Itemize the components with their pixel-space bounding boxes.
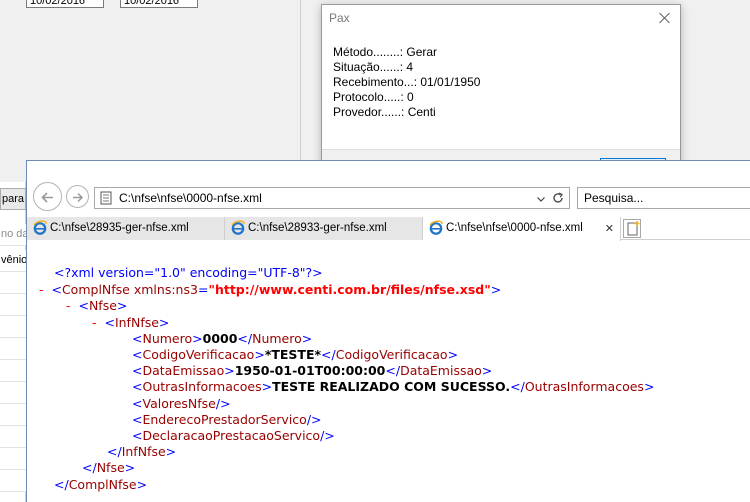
date-to-field[interactable]: 10/02/2016	[120, 0, 198, 8]
xml-value: *TESTE*	[264, 347, 322, 362]
tab-label: C:\nfse\nfse\0000-nfse.xml	[446, 222, 583, 234]
xml-tag-name: InfNfse	[121, 444, 166, 459]
filter-panel: 10/02/2016 10/02/2016	[0, 0, 300, 160]
xml-empty-declaracao: <DeclaracaoPrestacaoServico/>	[132, 428, 335, 443]
navigation-bar: C:\nfse\nfse\0000-nfse.xml Pesquisa...	[27, 177, 750, 217]
xml-tag-name: EnderecoPrestadorServico	[142, 412, 307, 427]
strip-cell[interactable]: vênio	[0, 250, 26, 272]
forward-button[interactable]	[66, 185, 89, 208]
strip-cell[interactable]	[0, 426, 26, 448]
page-icon	[100, 191, 112, 205]
strip-cell[interactable]	[0, 272, 26, 294]
xml-tag-name: CodigoVerificacao	[335, 347, 448, 362]
close-tab-icon[interactable]: ✕	[605, 222, 614, 235]
strip-button[interactable]: para o	[0, 188, 26, 210]
close-icon[interactable]	[656, 9, 674, 27]
tab-label: C:\nfse\28935-ger-nfse.xml	[50, 222, 189, 234]
xml-tag-name: Numero	[142, 331, 193, 346]
refresh-icon[interactable]	[551, 191, 565, 205]
tab-28935[interactable]: C:\nfse\28935-ger-nfse.xml	[27, 217, 225, 240]
xml-value: 0000	[202, 331, 238, 346]
xml-declaration-text: <?xml version="1.0" encoding="UTF-8"?>	[54, 265, 323, 280]
browser-window: C:\nfse\nfse\0000-nfse.xml Pesquisa... C…	[26, 160, 750, 502]
search-input[interactable]: Pesquisa...	[584, 191, 643, 205]
xml-tag-name: DataEmissao	[400, 363, 482, 378]
xml-tag-name: InfNfse	[114, 315, 159, 330]
xml-tag-name: DeclaracaoPrestacaoServico	[142, 428, 321, 443]
address-text[interactable]: C:\nfse\nfse\0000-nfse.xml	[119, 191, 262, 205]
tab-0000-active[interactable]: C:\nfse\nfse\0000-nfse.xml ✕	[423, 217, 621, 241]
xml-tag-name: DataEmissao	[142, 363, 225, 378]
internet-explorer-icon	[33, 220, 47, 235]
xml-declaration: <?xml version="1.0" encoding="UTF-8"?>	[54, 265, 323, 281]
new-tab-icon	[627, 221, 640, 236]
xml-infnfse-close: </InfNfse>	[107, 444, 177, 459]
xml-viewer: <?xml version="1.0" encoding="UTF-8"?> -…	[27, 241, 750, 502]
xml-root-close: </ComplNfse>	[54, 477, 148, 492]
collapse-toggle[interactable]: -	[66, 298, 71, 313]
strip-cell[interactable]	[0, 316, 26, 338]
status-line: Situação......: 4	[333, 60, 414, 74]
xml-empty-endereco: <EnderecoPrestadorServico/>	[132, 412, 322, 427]
strip-cell[interactable]	[0, 448, 26, 470]
arrow-right-icon	[73, 192, 84, 203]
xml-empty-valores: <ValoresNfse/>	[132, 396, 231, 411]
tab-28933[interactable]: C:\nfse\28933-ger-nfse.xml	[225, 217, 423, 240]
xml-root-open: - <ComplNfse xmlns:ns3="http://www.centi…	[39, 282, 502, 297]
provider-line: Provedor......: Centi	[333, 105, 436, 119]
back-button[interactable]	[33, 182, 62, 211]
xml-field-codigo: <CodigoVerificacao>*TESTE*</CodigoVerifi…	[132, 347, 459, 362]
xml-field-numero: <Numero>0000</Numero>	[132, 331, 313, 346]
new-tab-button[interactable]	[623, 219, 641, 238]
date-from-field[interactable]: 10/02/2016	[26, 0, 104, 8]
xml-tag-name: Nfse	[96, 460, 125, 475]
collapse-toggle[interactable]: -	[92, 315, 97, 330]
strip-cell[interactable]	[0, 360, 26, 382]
internet-explorer-icon	[231, 220, 245, 235]
internet-explorer-icon	[429, 220, 443, 235]
received-line: Recebimento...: 01/01/1950	[333, 75, 481, 89]
xml-attr-value: "http://www.centi.com.br/files/nfse.xsd"	[208, 282, 491, 297]
xml-field-data: <DataEmissao>1950-01-01T00:00:00</DataEm…	[132, 363, 493, 378]
xml-tag-name: OutrasInformacoes	[524, 379, 644, 394]
xml-value: TESTE REALIZADO COM SUCESSO.	[272, 379, 511, 394]
search-box[interactable]: Pesquisa...	[577, 187, 750, 209]
address-bar[interactable]: C:\nfse\nfse\0000-nfse.xml	[94, 187, 570, 209]
strip-cell[interactable]	[0, 338, 26, 360]
xml-tag-name: CodigoVerificacao	[142, 347, 255, 362]
browser-frame-top	[27, 161, 750, 177]
xml-value: 1950-01-01T00:00:00	[234, 363, 386, 378]
dialog-message: Método........: Gerar Situação......: 4 …	[333, 45, 480, 120]
xml-tag-name: ValoresNfse	[142, 396, 216, 411]
strip-cell[interactable]	[0, 404, 26, 426]
protocol-line: Protocolo.....: 0	[333, 90, 414, 104]
xml-nfse-close: </Nfse>	[82, 460, 136, 475]
xml-tag-name: Numero	[252, 331, 302, 346]
xml-tag-name: Nfse	[88, 298, 117, 313]
xml-tag-name: OutrasInformacoes	[142, 379, 262, 394]
xml-infnfse-open: - <InfNfse>	[92, 315, 170, 330]
strip-cell[interactable]	[0, 294, 26, 316]
tab-label: C:\nfse\28933-ger-nfse.xml	[248, 222, 387, 234]
xml-tag-name: ComplNfse	[61, 282, 130, 297]
chevron-down-icon[interactable]	[535, 193, 547, 205]
xml-field-outras: <OutrasInformacoes>TESTE REALIZADO COM S…	[132, 379, 655, 394]
method-line: Método........: Gerar	[333, 45, 438, 59]
dialog-title: Pax	[329, 11, 350, 25]
strip-cell[interactable]	[0, 382, 26, 404]
strip-label: no da	[0, 224, 26, 246]
collapse-toggle[interactable]: -	[39, 282, 44, 297]
grid-strip: para o no da vênio	[0, 182, 26, 502]
arrow-left-icon	[41, 192, 53, 203]
tab-strip: C:\nfse\28935-ger-nfse.xml C:\nfse\28933…	[27, 217, 750, 241]
pax-dialog: Pax Método........: Gerar Situação......…	[321, 4, 681, 178]
xml-attr-name: xmlns:ns3	[133, 282, 198, 297]
xml-tag-name: ComplNfse	[68, 477, 137, 492]
xml-nfse-open: - <Nfse>	[66, 298, 128, 313]
strip-cell[interactable]	[0, 470, 26, 492]
